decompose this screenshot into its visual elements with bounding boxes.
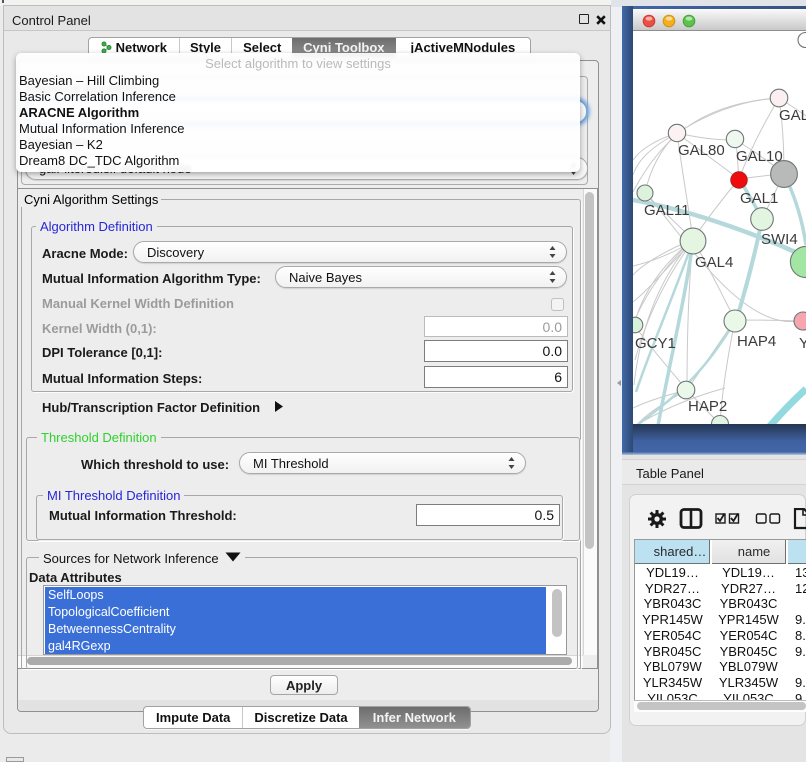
svg-text:HAP4: HAP4 [737, 333, 776, 350]
svg-text:GAL4: GAL4 [695, 254, 733, 271]
svg-text:Y: Y [799, 335, 806, 352]
svg-text:GAL10: GAL10 [736, 148, 783, 165]
svg-text:GAL80: GAL80 [678, 142, 725, 159]
svg-text:HAP2: HAP2 [688, 398, 727, 415]
svg-text:GAL: GAL [779, 107, 806, 124]
svg-text:GAL1: GAL1 [740, 190, 778, 207]
svg-text:SWI4: SWI4 [761, 231, 798, 248]
svg-text:GAL11: GAL11 [644, 202, 690, 219]
svg-text:GCY1: GCY1 [635, 335, 676, 352]
